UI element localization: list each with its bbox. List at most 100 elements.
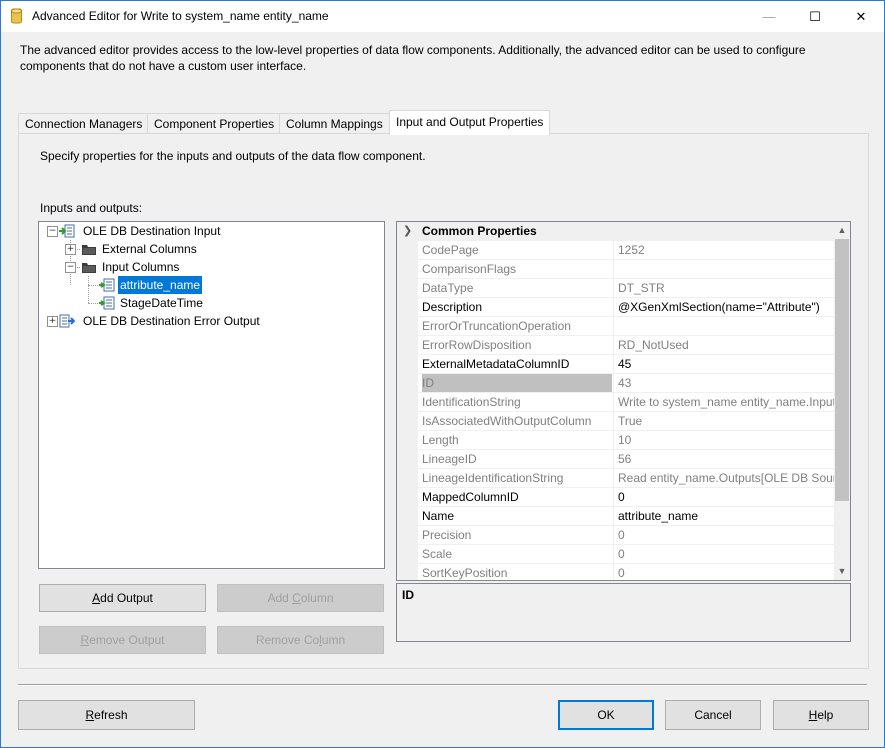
property-row[interactable]: IsAssociatedWithOutputColumn True bbox=[418, 412, 834, 431]
add-column-button[interactable]: Add Column bbox=[217, 584, 384, 612]
tab-label: Component Properties bbox=[154, 117, 275, 131]
property-value: Write to system_name entity_name.Input bbox=[613, 393, 834, 411]
property-name: CodePage bbox=[422, 243, 479, 257]
footer-separator bbox=[18, 684, 867, 686]
tab-component-properties[interactable]: Component Properties bbox=[147, 113, 282, 135]
scroll-down-icon[interactable]: ▼ bbox=[834, 563, 850, 579]
property-value: DT_STR bbox=[613, 279, 834, 297]
property-name: IdentificationString bbox=[422, 395, 521, 409]
close-button[interactable]: ✕ bbox=[838, 1, 884, 32]
tree-item-label: Input Columns bbox=[102, 260, 180, 274]
property-name: ErrorRowDisposition bbox=[422, 338, 532, 352]
button-label: Remove Co bbox=[255, 633, 320, 647]
property-row[interactable]: IdentificationString Write to system_name… bbox=[418, 393, 834, 412]
button-label: umn bbox=[321, 633, 346, 647]
property-grid-scrollbar[interactable]: ▲ ▼ bbox=[834, 222, 850, 580]
property-row[interactable]: ErrorRowDisposition RD_NotUsed bbox=[418, 336, 834, 355]
tab-input-output-properties[interactable]: Input and Output Properties bbox=[389, 110, 551, 135]
expand-icon[interactable]: + bbox=[65, 244, 76, 255]
tree-item-label: OLE DB Destination Error Output bbox=[83, 314, 260, 328]
category-common-properties[interactable]: ❯ Common Properties bbox=[397, 222, 834, 241]
tab-panel: Specify properties for the inputs and ou… bbox=[18, 133, 869, 669]
minimize-button[interactable]: — bbox=[746, 1, 792, 32]
scroll-thumb[interactable] bbox=[835, 239, 849, 501]
property-row[interactable]: CodePage 1252 bbox=[418, 241, 834, 260]
folder-icon bbox=[82, 245, 96, 255]
property-name: SortKeyPosition bbox=[422, 566, 508, 580]
property-help-panel: ID bbox=[396, 583, 851, 642]
property-name: ComparisonFlags bbox=[422, 262, 517, 276]
tab-label: Connection Managers bbox=[25, 117, 143, 131]
advanced-editor-window: Advanced Editor for Write to system_name… bbox=[0, 0, 885, 748]
property-row[interactable]: Length 10 bbox=[418, 431, 834, 450]
ok-button[interactable]: OK bbox=[558, 700, 654, 730]
tree-item-external-columns[interactable]: + External Columns bbox=[39, 240, 379, 258]
property-row[interactable]: SortKeyPosition 0 bbox=[418, 564, 834, 580]
property-value bbox=[613, 317, 834, 335]
collapse-icon[interactable]: − bbox=[47, 226, 58, 237]
cancel-button[interactable]: Cancel bbox=[665, 700, 761, 730]
window-title: Advanced Editor for Write to system_name… bbox=[32, 9, 329, 23]
property-value[interactable]: attribute_name bbox=[613, 507, 834, 525]
property-name: ErrorOrTruncationOperation bbox=[422, 319, 571, 333]
title-bar: Advanced Editor for Write to system_name… bbox=[1, 1, 884, 32]
button-label: elp bbox=[817, 708, 834, 722]
tree-item-label: attribute_name bbox=[118, 276, 203, 294]
property-name: Precision bbox=[422, 528, 472, 542]
button-label: Add bbox=[267, 591, 293, 605]
property-name: IsAssociatedWithOutputColumn bbox=[422, 414, 592, 428]
property-name: LineageID bbox=[422, 452, 477, 466]
tree-item-destination-input[interactable]: − OLE DB Destination Input bbox=[39, 222, 379, 240]
button-label: dd Output bbox=[100, 591, 153, 605]
inputs-outputs-tree[interactable]: − OLE DB Destination Input + External Co… bbox=[38, 221, 385, 569]
chevron-down-icon[interactable]: ❯ bbox=[403, 222, 412, 241]
tab-label: Column Mappings bbox=[286, 117, 383, 131]
property-value: 1252 bbox=[613, 241, 834, 259]
property-row[interactable]: ExternalMetadataColumnID 45 bbox=[418, 355, 834, 374]
tree-item-input-columns[interactable]: − Input Columns bbox=[39, 258, 379, 276]
tree-item-label: OLE DB Destination Input bbox=[83, 224, 221, 238]
property-value: True bbox=[613, 412, 834, 430]
property-row[interactable]: LineageID 56 bbox=[418, 450, 834, 469]
maximize-button[interactable]: ☐ bbox=[792, 1, 838, 32]
property-row[interactable]: Scale 0 bbox=[418, 545, 834, 564]
property-value[interactable]: 45 bbox=[613, 355, 834, 373]
editor-description: The advanced editor provides access to t… bbox=[20, 43, 806, 73]
panel-description: Specify properties for the inputs and ou… bbox=[40, 149, 426, 163]
property-row[interactable]: DataType DT_STR bbox=[418, 279, 834, 298]
button-label: efresh bbox=[94, 708, 128, 722]
tree-item-error-output[interactable]: + OLE DB Destination Error Output bbox=[39, 312, 379, 330]
tab-column-mappings[interactable]: Column Mappings bbox=[279, 113, 390, 135]
property-name: DataType bbox=[422, 281, 474, 295]
tree-item-label: StageDateTime bbox=[120, 296, 203, 310]
property-row[interactable]: LineageIdentificationString Read entity_n… bbox=[418, 469, 834, 488]
button-label: emove Output bbox=[89, 633, 165, 647]
property-name: Description bbox=[422, 300, 483, 314]
tree-item-attribute-name[interactable]: attribute_name bbox=[39, 276, 379, 294]
tab-connection-managers[interactable]: Connection Managers bbox=[18, 113, 150, 135]
property-row[interactable]: ErrorOrTruncationOperation bbox=[418, 317, 834, 336]
scroll-up-icon[interactable]: ▲ bbox=[834, 222, 850, 238]
property-value bbox=[613, 260, 834, 278]
tree-item-stagedatetime[interactable]: StageDateTime bbox=[39, 294, 379, 312]
property-value[interactable]: 0 bbox=[613, 488, 834, 506]
property-row[interactable]: Precision 0 bbox=[418, 526, 834, 545]
expand-icon[interactable]: + bbox=[47, 316, 58, 327]
property-row[interactable]: Name attribute_name bbox=[418, 507, 834, 526]
refresh-button[interactable]: Refresh bbox=[18, 700, 195, 730]
property-value[interactable]: @XGenXmlSection(name="Attribute") bbox=[613, 298, 834, 316]
property-value: RD_NotUsed bbox=[613, 336, 834, 354]
help-button[interactable]: Help bbox=[773, 700, 869, 730]
collapse-icon[interactable]: − bbox=[65, 262, 76, 273]
property-row[interactable]: ID 43 bbox=[418, 374, 834, 393]
remove-output-button[interactable]: Remove Output bbox=[39, 626, 206, 654]
property-grid[interactable]: ❯ Common Properties CodePage 1252 Comparis… bbox=[396, 221, 851, 581]
property-value: 0 bbox=[613, 545, 834, 563]
remove-column-button[interactable]: Remove Column bbox=[217, 626, 384, 654]
column-icon bbox=[99, 278, 115, 292]
property-row[interactable]: MappedColumnID 0 bbox=[418, 488, 834, 507]
folder-icon bbox=[82, 263, 96, 273]
property-row[interactable]: Description @XGenXmlSection(name="Attribu… bbox=[418, 298, 834, 317]
property-row[interactable]: ComparisonFlags bbox=[418, 260, 834, 279]
add-output-button[interactable]: Add Output bbox=[39, 584, 206, 612]
